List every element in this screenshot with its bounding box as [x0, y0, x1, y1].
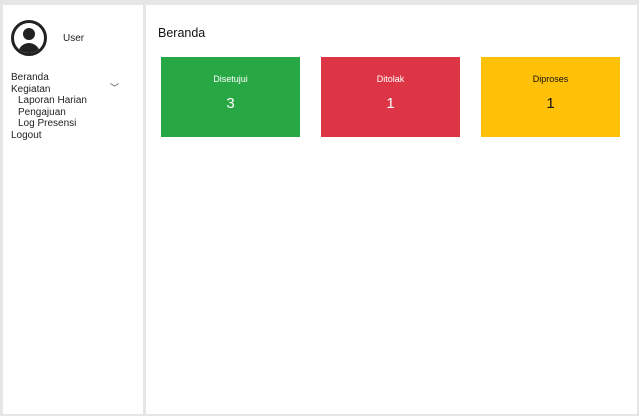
- card-diproses-label: Diproses: [532, 74, 569, 84]
- main-content: Beranda Disetujui 3 Ditolak 1 Diproses 1: [146, 5, 637, 414]
- card-ditolak-label: Ditolak: [376, 74, 405, 84]
- sidebar-item-kegiatan-label: Kegiatan: [11, 83, 51, 95]
- card-disetujui[interactable]: Disetujui 3: [161, 57, 300, 137]
- user-name: User: [63, 32, 85, 44]
- app-frame: User Beranda Kegiatan ﹀ Laporan Harian P…: [3, 5, 637, 414]
- sidebar-item-beranda[interactable]: Beranda: [11, 72, 143, 84]
- sidebar-item-pengajuan[interactable]: Pengajuan: [18, 107, 143, 119]
- kegiatan-submenu: Laporan Harian Pengajuan Log Presensi: [11, 95, 143, 130]
- sidebar-item-laporan-harian[interactable]: Laporan Harian: [18, 95, 143, 107]
- sidebar-item-kegiatan[interactable]: Kegiatan ﹀: [11, 83, 119, 96]
- sidebar: User Beranda Kegiatan ﹀ Laporan Harian P…: [3, 5, 143, 414]
- page-title: Beranda: [158, 26, 206, 40]
- card-ditolak-value: 1: [386, 95, 395, 112]
- status-cards: Disetujui 3 Ditolak 1 Diproses 1: [161, 57, 620, 137]
- card-diproses[interactable]: Diproses 1: [481, 57, 620, 137]
- sidebar-nav: Beranda Kegiatan ﹀ Laporan Harian Pengaj…: [11, 72, 143, 141]
- user-profile[interactable]: User: [11, 19, 143, 57]
- card-disetujui-value: 3: [226, 95, 235, 112]
- chevron-down-icon[interactable]: ﹀: [110, 83, 119, 95]
- card-ditolak[interactable]: Ditolak 1: [321, 57, 460, 137]
- sidebar-item-logout[interactable]: Logout: [11, 130, 143, 142]
- card-diproses-value: 1: [546, 95, 555, 112]
- user-circle-icon: [11, 20, 47, 56]
- card-disetujui-label: Disetujui: [213, 74, 248, 84]
- sidebar-item-log-presensi[interactable]: Log Presensi: [18, 118, 143, 130]
